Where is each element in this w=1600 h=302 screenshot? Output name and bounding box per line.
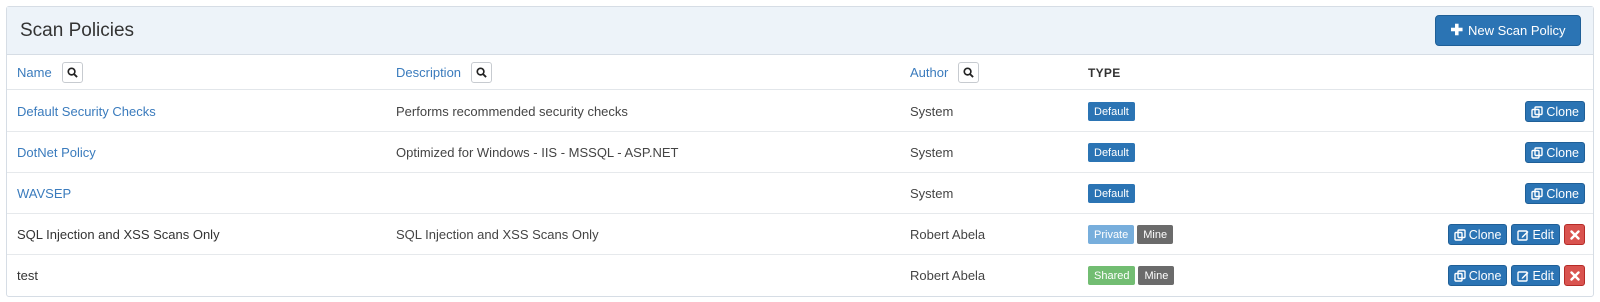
policy-name: test: [17, 268, 38, 283]
close-icon: [1569, 229, 1580, 240]
clone-button[interactable]: Clone: [1447, 224, 1508, 245]
search-icon: [67, 67, 78, 78]
policy-description: Optimized for Windows - IIS - MSSQL - AS…: [396, 145, 679, 160]
policy-author: System: [910, 145, 954, 160]
policy-author: Robert Abela: [910, 268, 986, 283]
table-row: SQL Injection and XSS Scans Only SQL Inj…: [7, 214, 1593, 255]
sort-name-link[interactable]: Name: [17, 65, 52, 80]
type-header-label: TYPE: [1088, 65, 1121, 80]
owner-badge-mine: Mine: [1137, 225, 1174, 244]
scan-policies-panel: Scan Policies ✚ New Scan Policy Name Des…: [6, 6, 1594, 297]
clone-label: Clone: [1546, 186, 1579, 201]
panel-header: Scan Policies ✚ New Scan Policy: [7, 7, 1593, 55]
page-title: Scan Policies: [20, 20, 135, 41]
search-icon: [963, 67, 975, 78]
search-description-button[interactable]: [471, 62, 493, 83]
plus-icon: ✚: [1450, 22, 1464, 39]
sort-author-link[interactable]: Author: [910, 65, 948, 80]
clone-icon: [1531, 146, 1544, 159]
clone-icon: [1454, 228, 1466, 241]
sort-description-link[interactable]: Description: [396, 65, 461, 80]
edit-icon: [1517, 229, 1529, 241]
clone-button[interactable]: Clone: [1525, 142, 1585, 163]
type-badge-default: Default: [1088, 184, 1135, 203]
clone-label: Clone: [1546, 145, 1579, 160]
owner-badge-mine: Mine: [1138, 266, 1175, 285]
type-badge-private: Private: [1088, 225, 1135, 244]
clone-icon: [1531, 187, 1544, 200]
new-scan-policy-button[interactable]: ✚ New Scan Policy: [1435, 15, 1581, 46]
clone-button[interactable]: Clone: [1525, 183, 1585, 204]
edit-button[interactable]: Edit: [1511, 265, 1560, 286]
clone-icon: [1454, 269, 1466, 282]
column-header-description: Description: [396, 55, 493, 90]
search-author-button[interactable]: [958, 62, 980, 83]
clone-label: Clone: [1468, 268, 1502, 283]
table-row: DotNet Policy Optimized for Windows - II…: [7, 132, 1593, 173]
type-badge-shared: Shared: [1088, 266, 1136, 285]
table-row: test Robert Abela Shared Mine Clone Edit: [7, 255, 1593, 296]
policy-name: SQL Injection and XSS Scans Only: [17, 227, 220, 242]
edit-label: Edit: [1532, 268, 1554, 283]
type-badge-default: Default: [1088, 102, 1135, 121]
type-badge-default: Default: [1088, 143, 1135, 162]
clone-label: Clone: [1546, 104, 1579, 119]
policy-description: SQL Injection and XSS Scans Only: [396, 227, 599, 242]
table-header: Name Description Author TYPE: [7, 55, 1593, 90]
edit-button[interactable]: Edit: [1511, 224, 1560, 245]
clone-button[interactable]: Clone: [1525, 101, 1585, 122]
policy-name-link[interactable]: Default Security Checks: [17, 104, 156, 119]
search-name-button[interactable]: [61, 62, 83, 83]
delete-button[interactable]: [1564, 224, 1585, 245]
policy-name-link[interactable]: DotNet Policy: [17, 145, 96, 160]
new-scan-policy-label: New Scan Policy: [1468, 23, 1566, 38]
column-header-type: TYPE: [1088, 55, 1121, 90]
policy-author: Robert Abela: [910, 227, 986, 242]
clone-icon: [1531, 105, 1544, 118]
policy-name-link[interactable]: WAVSEP: [17, 186, 71, 201]
column-header-author: Author: [910, 55, 980, 90]
delete-button[interactable]: [1564, 265, 1585, 286]
close-icon: [1569, 270, 1580, 281]
column-header-name: Name: [17, 55, 83, 90]
policy-description: Performs recommended security checks: [396, 104, 628, 119]
search-icon: [476, 67, 487, 78]
edit-icon: [1517, 270, 1529, 282]
edit-label: Edit: [1532, 227, 1554, 242]
table-row: WAVSEP System Default Clone: [7, 173, 1593, 214]
clone-button[interactable]: Clone: [1447, 265, 1508, 286]
policy-author: System: [910, 104, 954, 119]
policy-author: System: [910, 186, 954, 201]
table-row: Default Security Checks Performs recomme…: [7, 91, 1593, 132]
clone-label: Clone: [1468, 227, 1502, 242]
